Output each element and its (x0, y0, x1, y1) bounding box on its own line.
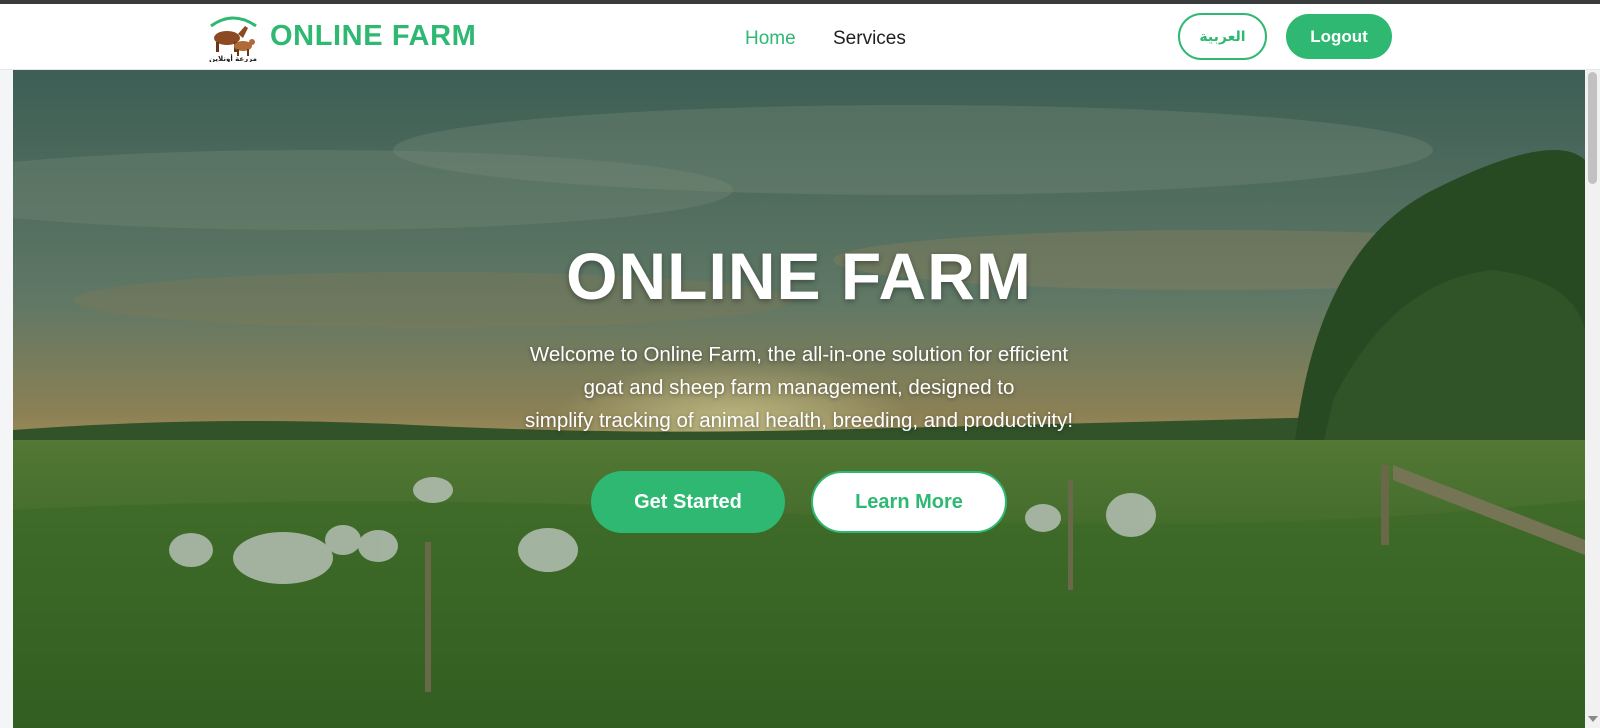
hero-description-line: Welcome to Online Farm, the all-in-one s… (529, 343, 1069, 366)
scrollbar-thumb[interactable] (1588, 72, 1597, 184)
hero-description-line: simplify tracking of animal health, bree… (524, 409, 1074, 432)
get-started-button[interactable]: Get Started (591, 471, 785, 533)
hero-content: ONLINE FARM Welcome to Online Farm, the … (13, 70, 1585, 728)
page-scrollbar[interactable] (1585, 70, 1600, 728)
logout-button[interactable]: Logout (1286, 14, 1392, 59)
navbar: مزرعة أونلاين ONLINE FARM Home Services … (0, 4, 1600, 70)
nav-link-home[interactable]: Home (745, 28, 796, 50)
nav-link-services[interactable]: Services (833, 28, 906, 50)
hero-title: ONLINE FARM (566, 239, 1032, 313)
hero-description-line: goat and sheep farm management, designed… (583, 376, 1015, 399)
farm-logo-icon[interactable]: مزرعة أونلاين (207, 12, 260, 63)
hero-section: ONLINE FARM Welcome to Online Farm, the … (13, 70, 1585, 728)
language-toggle-button[interactable]: العربية (1178, 13, 1267, 60)
scroll-down-arrow-icon[interactable] (1588, 716, 1598, 722)
brand-title[interactable]: ONLINE FARM (270, 20, 476, 53)
learn-more-button[interactable]: Learn More (811, 471, 1007, 533)
logo-caption: مزرعة أونلاين (209, 54, 257, 62)
hero-description: Welcome to Online Farm, the all-in-one s… (399, 338, 1199, 437)
